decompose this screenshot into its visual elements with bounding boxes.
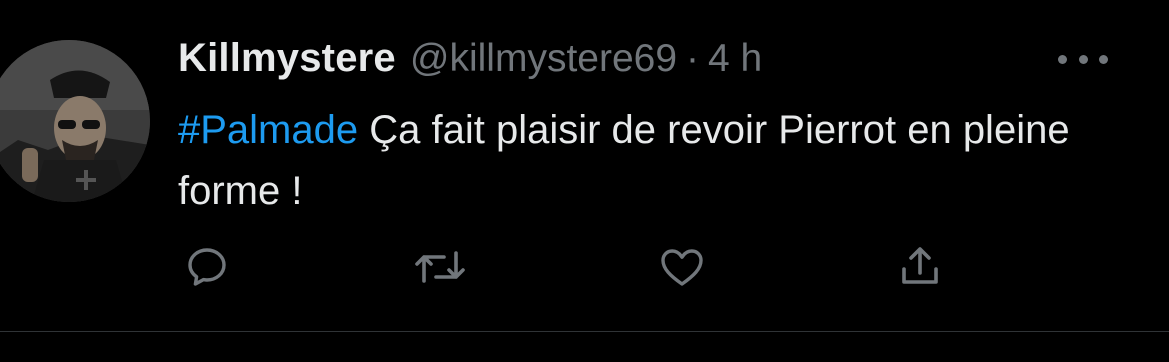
divider <box>0 331 1169 332</box>
retweet-button[interactable] <box>414 241 466 293</box>
heart-icon <box>661 249 703 286</box>
like-button[interactable] <box>656 241 708 293</box>
share-button[interactable] <box>894 241 946 293</box>
reply-button[interactable] <box>181 241 233 293</box>
action-bar <box>0 0 1169 332</box>
share-icon <box>902 247 938 284</box>
reply-icon <box>188 248 226 286</box>
tweet[interactable]: Killmystere @killmystere69 · 4 h #Palmad… <box>0 0 1169 332</box>
retweet-icon <box>415 251 465 283</box>
